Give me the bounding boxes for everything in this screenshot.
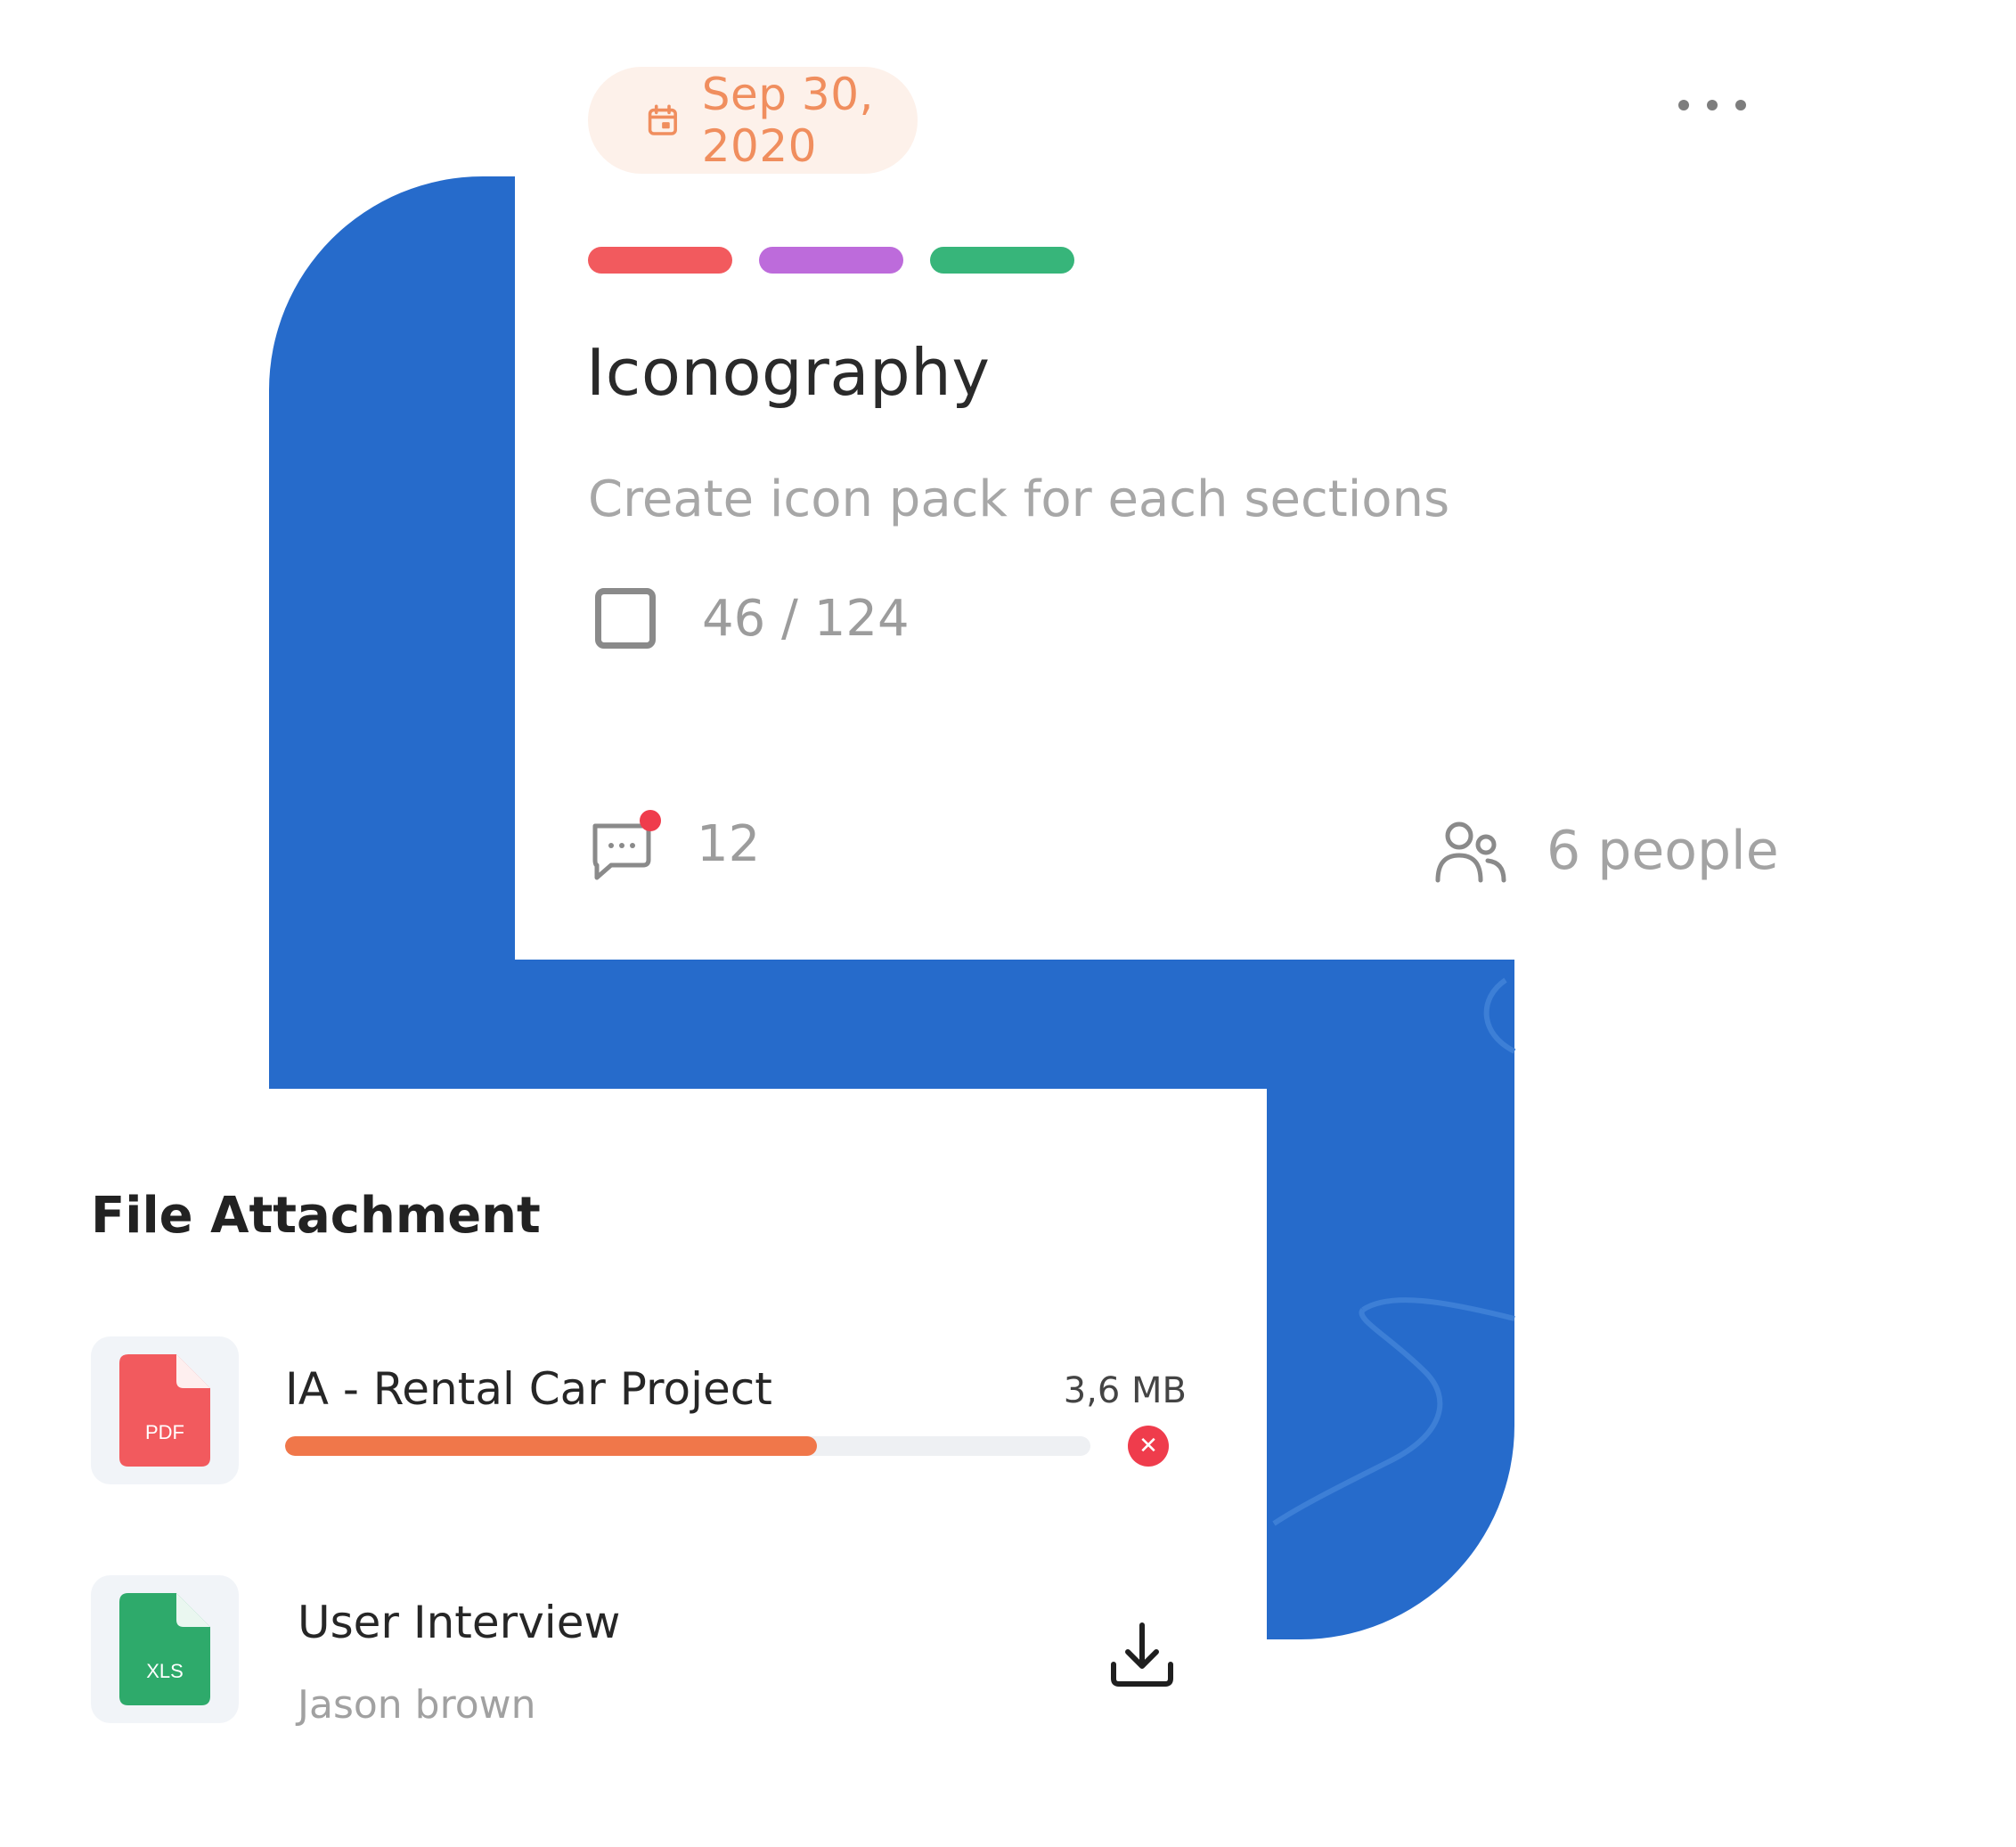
- people-icon: [1435, 821, 1506, 883]
- comments-counter[interactable]: 12: [588, 806, 760, 881]
- file-attachment-heading: File Attachment: [91, 1187, 541, 1245]
- tag-red[interactable]: [588, 247, 732, 274]
- comment-icon: [592, 810, 661, 880]
- label-tags: [588, 247, 1074, 274]
- due-date-badge[interactable]: Sep 30, 2020: [588, 67, 918, 174]
- upload-progress-bar: [285, 1436, 1090, 1456]
- file-owner: Jason brown: [298, 1682, 536, 1728]
- more-options-icon[interactable]: [1678, 89, 1746, 121]
- file-attachment-panel: File Attachment PDF IA - Rental Car Proj…: [0, 1089, 1267, 1847]
- file-type-label: PDF: [145, 1421, 184, 1443]
- pdf-file-icon: PDF: [91, 1336, 239, 1484]
- members-counter[interactable]: 6 people: [1434, 814, 1779, 887]
- calendar-icon: [648, 104, 677, 135]
- close-icon: ✕: [1139, 1433, 1158, 1459]
- file-type-label: XLS: [146, 1660, 184, 1682]
- due-date-text: Sep 30, 2020: [701, 69, 874, 172]
- upload-progress-fill: [285, 1436, 817, 1456]
- checklist-count: 46 / 124: [702, 589, 910, 648]
- file-size: 3,6 MB: [1063, 1370, 1187, 1411]
- download-icon[interactable]: [1106, 1620, 1178, 1691]
- checkbox-icon[interactable]: [595, 588, 656, 649]
- tag-purple[interactable]: [759, 247, 903, 274]
- file-name: User Interview: [298, 1597, 621, 1648]
- comment-count: 12: [697, 814, 761, 873]
- checklist-progress[interactable]: 46 / 124: [595, 588, 910, 649]
- file-name: IA - Rental Car Project: [285, 1363, 772, 1415]
- task-title: Iconography: [586, 335, 991, 410]
- tag-green[interactable]: [930, 247, 1074, 274]
- members-label: 6 people: [1547, 820, 1779, 882]
- cancel-upload-button[interactable]: ✕: [1128, 1426, 1169, 1467]
- task-description: Create icon pack for each sections: [588, 470, 1450, 528]
- notification-dot: [640, 810, 661, 831]
- xls-file-icon: XLS: [91, 1575, 239, 1723]
- task-card[interactable]: Sep 30, 2020 Iconography Create icon pac…: [515, 0, 1851, 960]
